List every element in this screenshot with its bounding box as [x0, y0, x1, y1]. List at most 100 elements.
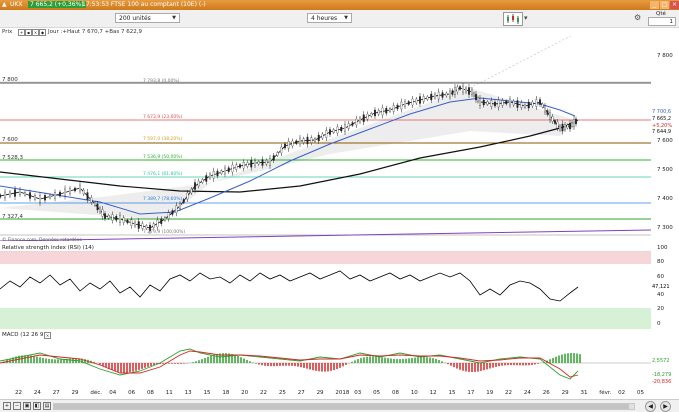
date-tick: 29: [317, 390, 324, 396]
fib-label-78: 7 389,7 (78,60%): [143, 197, 182, 202]
candle-body: [235, 165, 237, 170]
candle-body: [397, 105, 399, 109]
candle-body: [385, 108, 387, 113]
maximize-button[interactable]: □: [660, 1, 669, 9]
candle-body: [59, 192, 61, 196]
candle-body: [359, 118, 361, 122]
macd-histogram-bar: [246, 360, 248, 363]
candle-body: [449, 91, 451, 97]
chevron-down-icon[interactable]: ▾: [524, 14, 528, 22]
candle-body: [179, 204, 181, 209]
candle-body: [273, 156, 275, 161]
candle-body: [549, 113, 551, 120]
candle-body: [382, 108, 384, 115]
price-tag-blue-ma: 7 700,6: [651, 109, 672, 115]
price-chart[interactable]: [0, 36, 651, 241]
candle-body: [408, 102, 410, 105]
macd-histogram-bar: [474, 363, 476, 372]
candle-body: [473, 93, 475, 96]
macd-histogram-bar: [183, 363, 185, 364]
candle-body: [145, 226, 147, 229]
candle-body: [552, 117, 554, 122]
close-panel-icon[interactable]: ×: [32, 29, 39, 36]
price-tick: 7 800: [657, 53, 673, 59]
settings-icon[interactable]: ▪: [25, 29, 32, 36]
macd-histogram-bar: [255, 363, 257, 364]
rsi-tick: 80: [657, 259, 664, 265]
price-tag-black-ma: 7 644,9: [651, 129, 672, 135]
minimize-button[interactable]: _: [650, 1, 659, 9]
date-tick: 12: [430, 390, 437, 396]
date-tick: 06: [128, 390, 135, 396]
candle-body: [329, 130, 331, 135]
candle-body: [142, 224, 144, 229]
date-tick: 05: [637, 390, 644, 396]
macd-histogram-bar: [411, 358, 413, 363]
candle-body: [288, 141, 290, 148]
reset-icon[interactable]: ▣: [23, 402, 31, 410]
scrollbar-thumb[interactable]: [54, 404, 629, 409]
qte-input[interactable]: 1: [648, 17, 676, 26]
candlestick-icon[interactable]: [503, 12, 523, 26]
macd-histogram-bar: [579, 354, 581, 363]
macd-histogram-bar: [498, 363, 500, 366]
arrow-right-icon[interactable]: ▶: [660, 401, 671, 412]
close-panel-icon[interactable]: ×: [44, 332, 51, 339]
candle-body: [571, 123, 573, 127]
candle-body: [299, 138, 301, 144]
candle-body: [528, 102, 530, 108]
candle-body: [542, 104, 544, 107]
macd-chart[interactable]: [0, 339, 651, 389]
date-tick: 2018: [335, 390, 349, 396]
macd-histogram-bar: [390, 358, 392, 363]
fib-label-38: 7 597,0 (38,20%): [143, 137, 182, 142]
units-select[interactable]: 200 unités ▼: [115, 13, 180, 23]
macd-histogram-bar: [168, 363, 170, 364]
zoom-out-icon[interactable]: −: [13, 402, 21, 410]
interval-select[interactable]: 4 heures ▼: [307, 13, 352, 23]
candle-body: [352, 123, 354, 126]
duplicate-icon[interactable]: ◆: [39, 29, 46, 36]
close-button[interactable]: ×: [670, 1, 679, 9]
macd-histogram-bar: [264, 363, 266, 366]
date-tick: 04: [109, 390, 116, 396]
macd-histogram-bar: [135, 363, 137, 371]
rsi-chart[interactable]: [0, 251, 651, 329]
candle-body: [494, 102, 496, 106]
rsi-tick: 40: [657, 292, 664, 298]
macd-histogram-bar: [126, 363, 128, 373]
macd-histogram-bar: [507, 363, 509, 365]
price-tick: 7 600: [657, 138, 673, 144]
macd-histogram-bar: [438, 360, 440, 363]
macd-histogram-bar: [321, 363, 323, 372]
candle-body: [160, 219, 162, 224]
candle-body: [168, 213, 170, 219]
macd-histogram-bar: [288, 363, 290, 366]
candle-body: [457, 87, 459, 92]
macd-histogram-bar: [450, 363, 452, 366]
candle-body: [427, 97, 429, 100]
date-tick: 10: [411, 390, 418, 396]
horizontal-scrollbar[interactable]: [53, 403, 635, 410]
candle-body: [49, 195, 51, 198]
macd-histogram-bar: [369, 356, 371, 363]
candle-body: [284, 144, 286, 148]
macd-histogram-bar: [405, 359, 407, 363]
arrow-left-icon[interactable]: ◀: [645, 401, 656, 412]
date-tick: févr.: [599, 390, 611, 396]
scroll-lock-icon[interactable]: ◧: [33, 402, 41, 410]
macd-histogram-bar: [138, 363, 140, 370]
candle-body: [344, 125, 346, 132]
gear-icon[interactable]: ⚙: [634, 13, 641, 22]
print-icon[interactable]: ▤: [43, 402, 51, 410]
expand-icon[interactable]: +: [3, 402, 11, 410]
candle-body: [202, 180, 204, 183]
macd-histogram-bar: [240, 357, 242, 363]
macd-histogram-bar: [549, 359, 551, 363]
candle-body: [322, 134, 324, 138]
candle-body: [340, 127, 342, 131]
title-bar: ▲ UKX 7 665,2 (+0,36%) 17:53:53 FTSE 100…: [0, 0, 679, 10]
macd-histogram-bar: [177, 363, 179, 364]
expand-icon[interactable]: +: [18, 29, 25, 36]
candle-body: [280, 147, 282, 153]
